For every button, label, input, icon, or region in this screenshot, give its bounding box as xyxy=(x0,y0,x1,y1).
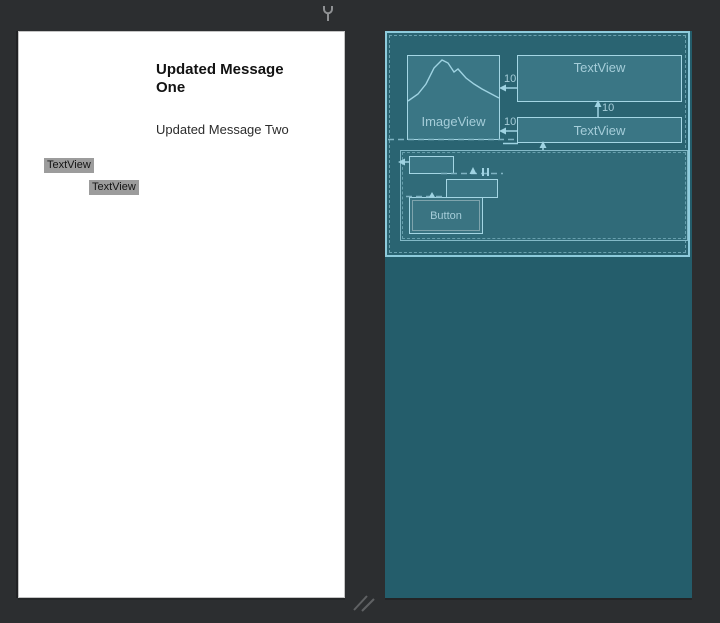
blueprint-surface[interactable]: ImageView TextView TextView 10 10 10 But… xyxy=(385,31,692,598)
margin-label-top: 10 xyxy=(504,73,517,85)
textview-top-label: TextView xyxy=(573,60,626,75)
textview-top-widget[interactable]: TextView xyxy=(517,55,682,102)
margin-label-mid: 10 xyxy=(504,116,517,128)
small-widget-2[interactable] xyxy=(446,179,498,198)
subheading-textview-widget[interactable]: Updated Message Two xyxy=(156,122,316,137)
heading-textview-widget[interactable]: Updated Message One xyxy=(156,61,301,97)
margin-label-between: 10 xyxy=(602,102,615,114)
button-widget[interactable]: Button xyxy=(409,197,483,234)
textview-chip-2[interactable]: TextView xyxy=(89,180,139,195)
design-surface[interactable]: Updated Message One Updated Message Two … xyxy=(18,31,345,598)
imageview-label: ImageView xyxy=(421,114,486,129)
button-inner-outline xyxy=(412,200,480,231)
textview-chip-1[interactable]: TextView xyxy=(44,158,94,173)
imageview-widget[interactable]: ImageView xyxy=(407,55,500,140)
textview-mid-widget[interactable]: TextView xyxy=(517,117,682,143)
layout-editor-window: Updated Message One Updated Message Two … xyxy=(0,0,720,623)
nested-layout-container[interactable]: Button xyxy=(400,150,688,241)
wrench-icon[interactable] xyxy=(320,4,336,24)
textview-mid-label: TextView xyxy=(573,123,626,138)
resize-handle-icon[interactable] xyxy=(350,591,378,613)
small-widget-1[interactable] xyxy=(409,156,454,174)
